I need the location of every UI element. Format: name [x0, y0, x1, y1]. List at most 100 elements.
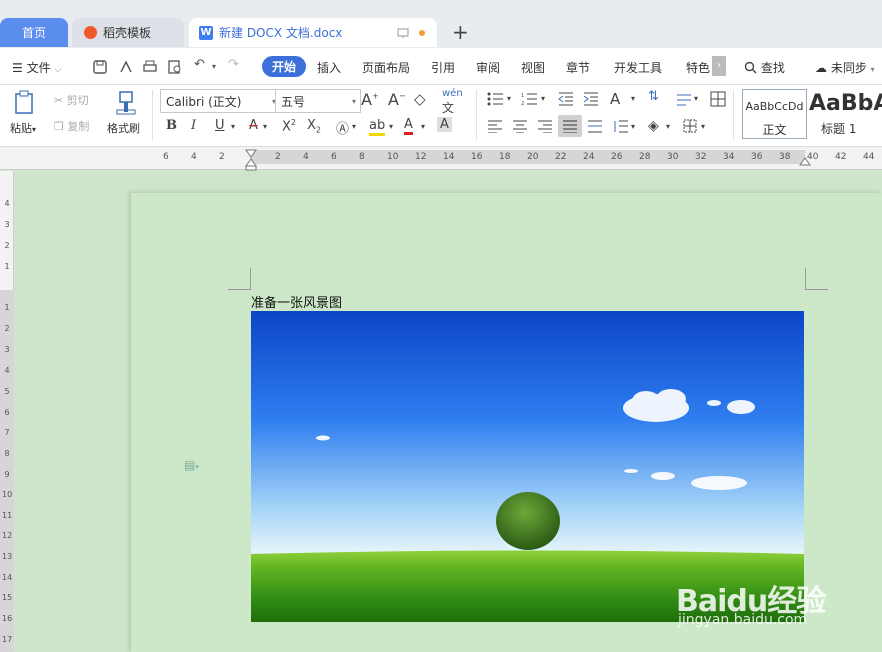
undo-dropdown-icon[interactable]: ▾: [212, 62, 216, 71]
increase-indent-icon[interactable]: [583, 92, 599, 106]
docer-flame-icon: [84, 26, 97, 39]
char-shading-icon[interactable]: A: [437, 117, 452, 132]
print-icon[interactable]: [142, 59, 158, 75]
monitor-icon[interactable]: [397, 27, 409, 39]
sync-button[interactable]: ☁ 未同步 ▾: [815, 59, 875, 76]
strikethrough-dropdown-icon[interactable]: ▾: [263, 122, 267, 131]
align-center-icon[interactable]: [512, 120, 528, 133]
unsaved-dot-icon: [419, 30, 425, 36]
numbered-list-dropdown-icon[interactable]: ▾: [541, 94, 545, 103]
bold-icon[interactable]: B: [166, 118, 177, 133]
chevron-down-icon: ⌵: [54, 65, 62, 75]
tab-developer[interactable]: 开发工具: [614, 59, 662, 76]
underline-icon[interactable]: U: [215, 118, 225, 133]
tab-template[interactable]: 稻壳模板: [72, 18, 184, 47]
vertical-ruler-tick-label: 11: [2, 511, 13, 520]
vertical-ruler-tick-label: 1: [4, 303, 10, 312]
bullet-list-dropdown-icon[interactable]: ▾: [507, 94, 511, 103]
font-size-select[interactable]: 五号 ▾: [275, 89, 361, 113]
style-normal[interactable]: AaBbCcDd 正文: [742, 89, 807, 139]
show-marks-icon[interactable]: [676, 92, 692, 106]
line-spacing-icon[interactable]: [613, 120, 629, 133]
vertical-ruler-tick-label: 14: [2, 573, 13, 582]
paragraph-layout-icon[interactable]: ▤▾: [184, 458, 199, 472]
shading-icon[interactable]: ◈: [648, 118, 659, 134]
undo-icon[interactable]: ↶: [194, 57, 205, 72]
shrink-font-icon[interactable]: A−: [388, 90, 406, 109]
ruler-tick-label: 28: [639, 152, 651, 162]
bullet-list-icon[interactable]: [487, 92, 505, 106]
ruler-tick-label: 4: [303, 152, 309, 162]
save-icon[interactable]: [92, 59, 108, 75]
ruler-tick-label: 44: [863, 152, 875, 162]
highlight-dropdown-icon[interactable]: ▾: [389, 122, 393, 131]
tab-special[interactable]: 特色: [686, 59, 710, 76]
new-tab-button[interactable]: +: [452, 20, 469, 44]
numbered-list-icon[interactable]: 12: [521, 92, 539, 106]
file-menu-label: 文件: [26, 61, 51, 75]
indent-marker-icon[interactable]: [245, 149, 257, 171]
font-name-select[interactable]: Calibri (正文) ▾: [160, 89, 281, 113]
text-effect-dropdown-icon[interactable]: ▾: [352, 122, 356, 131]
vertical-ruler-tick-label: 4: [4, 366, 10, 375]
right-indent-marker-icon[interactable]: [799, 156, 811, 166]
tab-references[interactable]: 引用: [431, 59, 455, 76]
text-effect-icon[interactable]: Ⓐ: [336, 118, 349, 137]
print-preview-icon[interactable]: [167, 59, 183, 75]
align-left-icon[interactable]: [487, 120, 503, 133]
tab-start[interactable]: 开始: [262, 56, 307, 77]
writer-doc-icon: W: [199, 25, 213, 40]
vertical-ruler-tick-label: 3: [4, 220, 10, 229]
sort-icon[interactable]: ⇅: [648, 89, 659, 104]
italic-icon[interactable]: I: [191, 118, 196, 133]
cut-label: 剪切: [66, 94, 89, 107]
tab-page-layout[interactable]: 页面布局: [362, 59, 410, 76]
grow-font-icon[interactable]: A+: [361, 90, 379, 109]
distributed-align-icon[interactable]: [587, 120, 603, 133]
paste-icon[interactable]: [13, 90, 37, 116]
subscript-icon[interactable]: X2: [307, 118, 321, 135]
export-pdf-icon[interactable]: [118, 59, 134, 75]
table-layout-icon[interactable]: [710, 91, 726, 107]
font-color-icon[interactable]: A: [404, 117, 413, 135]
tab-insert[interactable]: 插入: [317, 59, 341, 76]
show-marks-dropdown-icon[interactable]: ▾: [694, 94, 698, 103]
vertical-ruler-tick-label: 16: [2, 614, 13, 623]
search-button[interactable]: 查找: [744, 59, 785, 76]
phonetic-guide-button[interactable]: wén 文: [442, 88, 463, 116]
shading-dropdown-icon[interactable]: ▾: [666, 122, 670, 131]
format-painter-label[interactable]: 格式刷: [107, 120, 140, 136]
sync-label: 未同步: [830, 61, 867, 75]
copy-button[interactable]: ❐ 复制: [54, 118, 89, 134]
file-menu[interactable]: ☰ 文件 ⌵: [12, 59, 61, 76]
margin-corner-top-right: [805, 268, 828, 290]
paste-button[interactable]: 粘贴▾: [10, 120, 36, 136]
redo-icon[interactable]: ↷: [228, 57, 239, 72]
vertical-ruler-tick-label: 2: [4, 324, 10, 333]
text-direction-icon[interactable]: A: [610, 90, 620, 108]
underline-dropdown-icon[interactable]: ▾: [231, 122, 235, 131]
tab-home[interactable]: 首页: [0, 18, 68, 47]
separator: [152, 90, 153, 140]
tab-review[interactable]: 审阅: [476, 59, 500, 76]
cut-button[interactable]: ✂ 剪切: [54, 92, 89, 108]
highlight-icon[interactable]: ab: [369, 118, 386, 136]
font-color-dropdown-icon[interactable]: ▾: [421, 122, 425, 131]
tab-section[interactable]: 章节: [566, 59, 590, 76]
border-icon[interactable]: [683, 119, 697, 133]
format-painter-icon[interactable]: [115, 90, 137, 116]
style-heading-1[interactable]: AaBbA 标题 1: [807, 89, 882, 137]
clear-format-icon[interactable]: ◇: [414, 90, 426, 108]
line-spacing-dropdown-icon[interactable]: ▾: [631, 122, 635, 131]
tab-document[interactable]: W 新建 DOCX 文档.docx: [189, 18, 437, 47]
decrease-indent-icon[interactable]: [558, 92, 574, 106]
align-right-icon[interactable]: [537, 120, 553, 133]
more-tabs-button[interactable]: ›: [712, 56, 726, 76]
text-direction-dropdown-icon[interactable]: ▾: [631, 94, 635, 103]
border-dropdown-icon[interactable]: ▾: [701, 122, 705, 131]
document-paragraph[interactable]: 准备一张风景图: [251, 292, 342, 311]
justify-button[interactable]: [558, 115, 582, 137]
strikethrough-icon[interactable]: A: [249, 118, 258, 133]
superscript-icon[interactable]: X2: [282, 118, 296, 134]
tab-view[interactable]: 视图: [521, 59, 545, 76]
